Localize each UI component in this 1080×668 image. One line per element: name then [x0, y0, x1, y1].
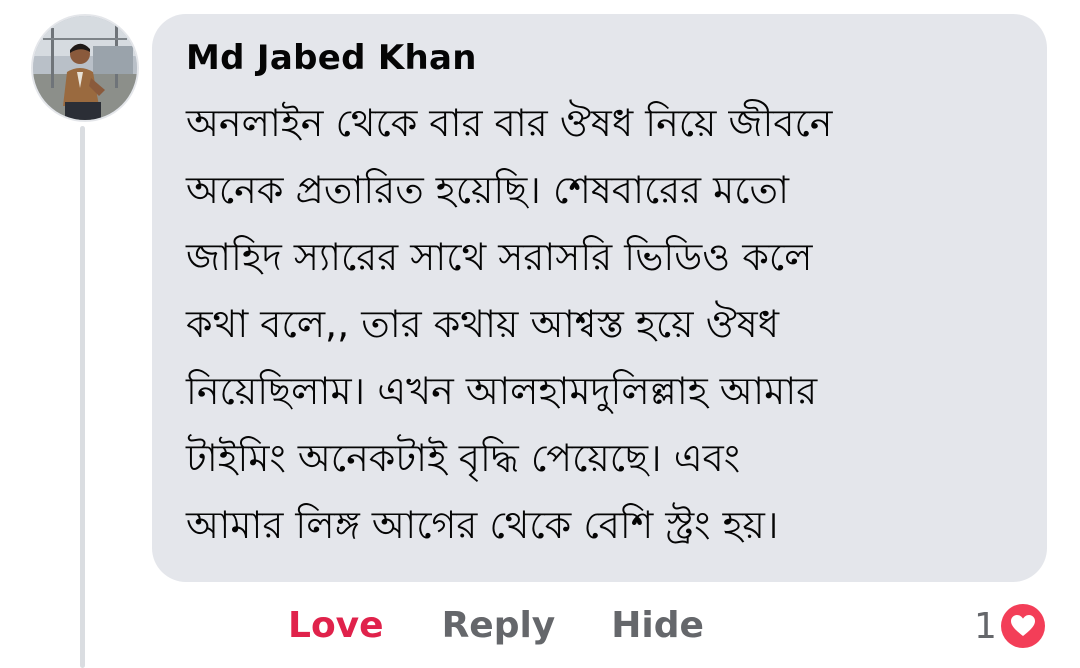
reaction-count: 1 [974, 605, 997, 647]
comment-author-name[interactable]: Md Jabed Khan [186, 34, 1017, 82]
reply-button[interactable]: Reply [442, 598, 556, 654]
love-heart-icon [1000, 604, 1045, 648]
reply-thread-line [80, 126, 85, 668]
comment-text: অনলাইন থেকে বার বার ঔষধ নিয়ে জীবনে অনেক… [186, 101, 833, 547]
comment-bubble: Md Jabed Khan অনলাইন থেকে বার বার ঔষধ নি… [152, 14, 1047, 582]
hide-button[interactable]: Hide [611, 598, 704, 654]
comment-actions-bar: Love Reply Hide [288, 598, 704, 654]
avatar-photo-icon [33, 16, 137, 120]
love-button[interactable]: Love [288, 598, 384, 654]
reaction-summary[interactable]: 1 [974, 598, 1045, 654]
commenter-avatar[interactable] [33, 16, 137, 120]
